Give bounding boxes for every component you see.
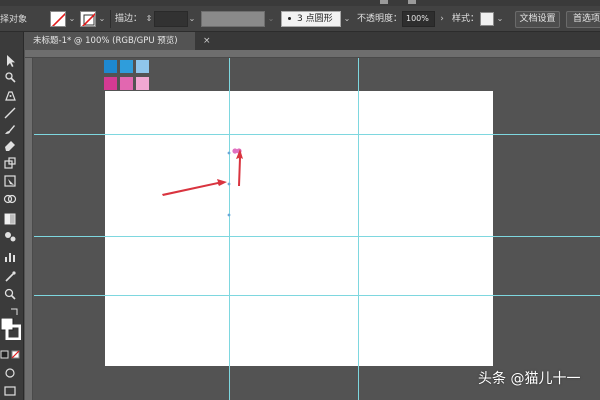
line-tool-icon[interactable] — [3, 106, 19, 120]
stroke-label: 描边： — [115, 14, 143, 24]
opacity-arrow-icon[interactable]: › — [437, 14, 447, 24]
zoom-tool-icon[interactable] — [3, 287, 19, 301]
variable-width-profile[interactable] — [201, 11, 265, 27]
stroke-weight-chevron-icon[interactable]: ⌄ — [187, 14, 197, 24]
magic-wand-icon[interactable] — [3, 70, 19, 84]
profile-chevron-icon[interactable]: ⌄ — [266, 14, 276, 24]
bullet-dot-icon — [288, 17, 291, 20]
brush-chevron-icon[interactable]: ⌄ — [342, 14, 352, 24]
document-settings-button[interactable]: 文档设置 — [515, 11, 560, 28]
free-transform-icon[interactable] — [3, 174, 19, 188]
brush-definition-dropdown[interactable]: 3 点圆形 — [281, 11, 341, 27]
screen-mode-icon[interactable] — [3, 384, 19, 398]
document-tab[interactable]: 未标题-1* @ 100% (RGB/GPU 预览) — [25, 32, 195, 50]
anchor-point[interactable] — [227, 182, 231, 186]
eraser-icon[interactable] — [3, 138, 19, 152]
graph-tool-icon[interactable] — [3, 250, 19, 264]
selection-tool-icon[interactable] — [3, 54, 19, 68]
top-strip-mark — [380, 0, 388, 4]
divider — [110, 10, 111, 28]
preferences-button[interactable]: 首选项 — [566, 11, 600, 28]
tools-panel — [0, 32, 24, 400]
horizontal-ruler[interactable] — [25, 50, 600, 58]
selection-hint-label: 择对象 — [0, 15, 28, 25]
eyedropper-icon[interactable] — [3, 270, 19, 284]
close-tab-icon[interactable]: × — [203, 32, 213, 50]
red-arrow-annotation — [162, 179, 227, 196]
brush-points-value: 3 — [297, 14, 303, 24]
annotation-overlay — [162, 148, 243, 217]
fill-dropdown-chevron-icon[interactable]: ⌄ — [67, 14, 77, 24]
graphic-style-swatch[interactable] — [480, 12, 494, 26]
fill-stroke-indicator[interactable] — [1, 318, 21, 340]
style-label: 样式： — [452, 14, 480, 24]
color-mode-icons[interactable] — [0, 350, 24, 360]
swap-colors-icon[interactable] — [10, 306, 20, 316]
opacity-field[interactable]: 100% — [402, 11, 435, 27]
shape-builder-icon[interactable] — [3, 192, 19, 206]
stroke-dropdown-chevron-icon[interactable]: ⌄ — [97, 14, 107, 24]
gradient-tool-icon[interactable] — [3, 212, 19, 226]
canvas-area[interactable] — [34, 58, 600, 400]
brush-shape-value: 点圆形 — [305, 14, 333, 24]
stroke-color-swatch[interactable] — [80, 11, 96, 27]
pen-tool-icon[interactable] — [3, 88, 19, 102]
style-chevron-icon[interactable]: ⌄ — [495, 14, 505, 24]
top-strip-mark — [408, 0, 416, 4]
document-tab-bar: 未标题-1* @ 100% (RGB/GPU 预览) × — [25, 32, 600, 50]
vertical-ruler[interactable] — [25, 58, 33, 400]
paintbrush-icon[interactable] — [3, 122, 19, 136]
anchor-point[interactable] — [227, 151, 231, 155]
opacity-label: 不透明度： — [357, 14, 403, 24]
stroke-weight-field[interactable] — [154, 11, 188, 27]
draw-mode-icon[interactable] — [3, 366, 19, 380]
symbol-sprayer-icon[interactable] — [3, 230, 19, 244]
control-bar: ⌄ ⌄ 描边： ⇕ ⌄ ⌄ 3 点圆形 ⌄ 不透明度： 100% › 样式： ⌄… — [0, 6, 600, 32]
anchor-point[interactable] — [227, 213, 231, 217]
red-arrow-annotation — [236, 149, 243, 186]
rotate-tool-icon[interactable] — [3, 156, 19, 170]
fill-color-swatch[interactable] — [50, 11, 66, 27]
stroke-stepper-icon[interactable]: ⇕ — [144, 14, 154, 24]
watermark: 头条 @猫儿十一 — [478, 371, 581, 387]
